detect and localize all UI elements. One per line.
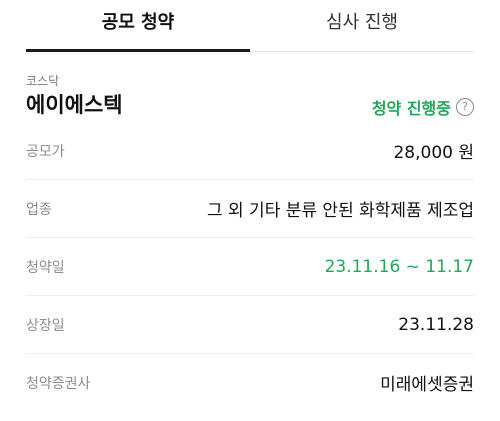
listing-date-value: 23.11.28 bbox=[398, 314, 474, 335]
ipo-header: 코스닥 에이에스텍 청약 진행중 ? bbox=[26, 52, 474, 122]
status-text: 청약 진행중 bbox=[371, 99, 451, 118]
detail-row-offering-price: 공모가 28,000 원 bbox=[26, 122, 474, 180]
market-label: 코스닥 bbox=[26, 74, 60, 88]
detail-row-industry: 업종 그 외 기타 분류 안된 화학제품 제조업 bbox=[26, 180, 474, 238]
underwriter-label: 청약증권사 bbox=[26, 375, 91, 392]
help-icon[interactable]: ? bbox=[456, 98, 474, 116]
detail-row-underwriter: 청약증권사 미래에셋증권 bbox=[26, 354, 474, 411]
subscription-date-label: 청약일 bbox=[26, 259, 65, 276]
offering-price-label: 공모가 bbox=[26, 143, 65, 160]
industry-label: 업종 bbox=[26, 201, 52, 218]
detail-row-listing-date: 상장일 23.11.28 bbox=[26, 296, 474, 354]
detail-row-subscription-date: 청약일 23.11.16 ~ 11.17 bbox=[26, 238, 474, 296]
offering-price-value: 28,000 원 bbox=[393, 143, 474, 163]
subscription-status: 청약 진행중 ? bbox=[372, 95, 474, 119]
tab-public-offering-subscription[interactable]: 공모 청약 bbox=[26, 0, 250, 52]
tab-bar: 공모 청약 심사 진행 bbox=[26, 0, 474, 52]
ipo-details: 공모가 28,000 원 업종 그 외 기타 분류 안된 화학제품 제조업 청약… bbox=[26, 122, 474, 411]
industry-value: 그 외 기타 분류 안된 화학제품 제조업 bbox=[206, 201, 474, 221]
tab-review-in-progress[interactable]: 심사 진행 bbox=[250, 0, 474, 51]
listing-date-label: 상장일 bbox=[26, 317, 65, 334]
underwriter-value: 미래에셋증권 bbox=[380, 375, 474, 395]
subscription-date-value: 23.11.16 ~ 11.17 bbox=[324, 256, 474, 277]
